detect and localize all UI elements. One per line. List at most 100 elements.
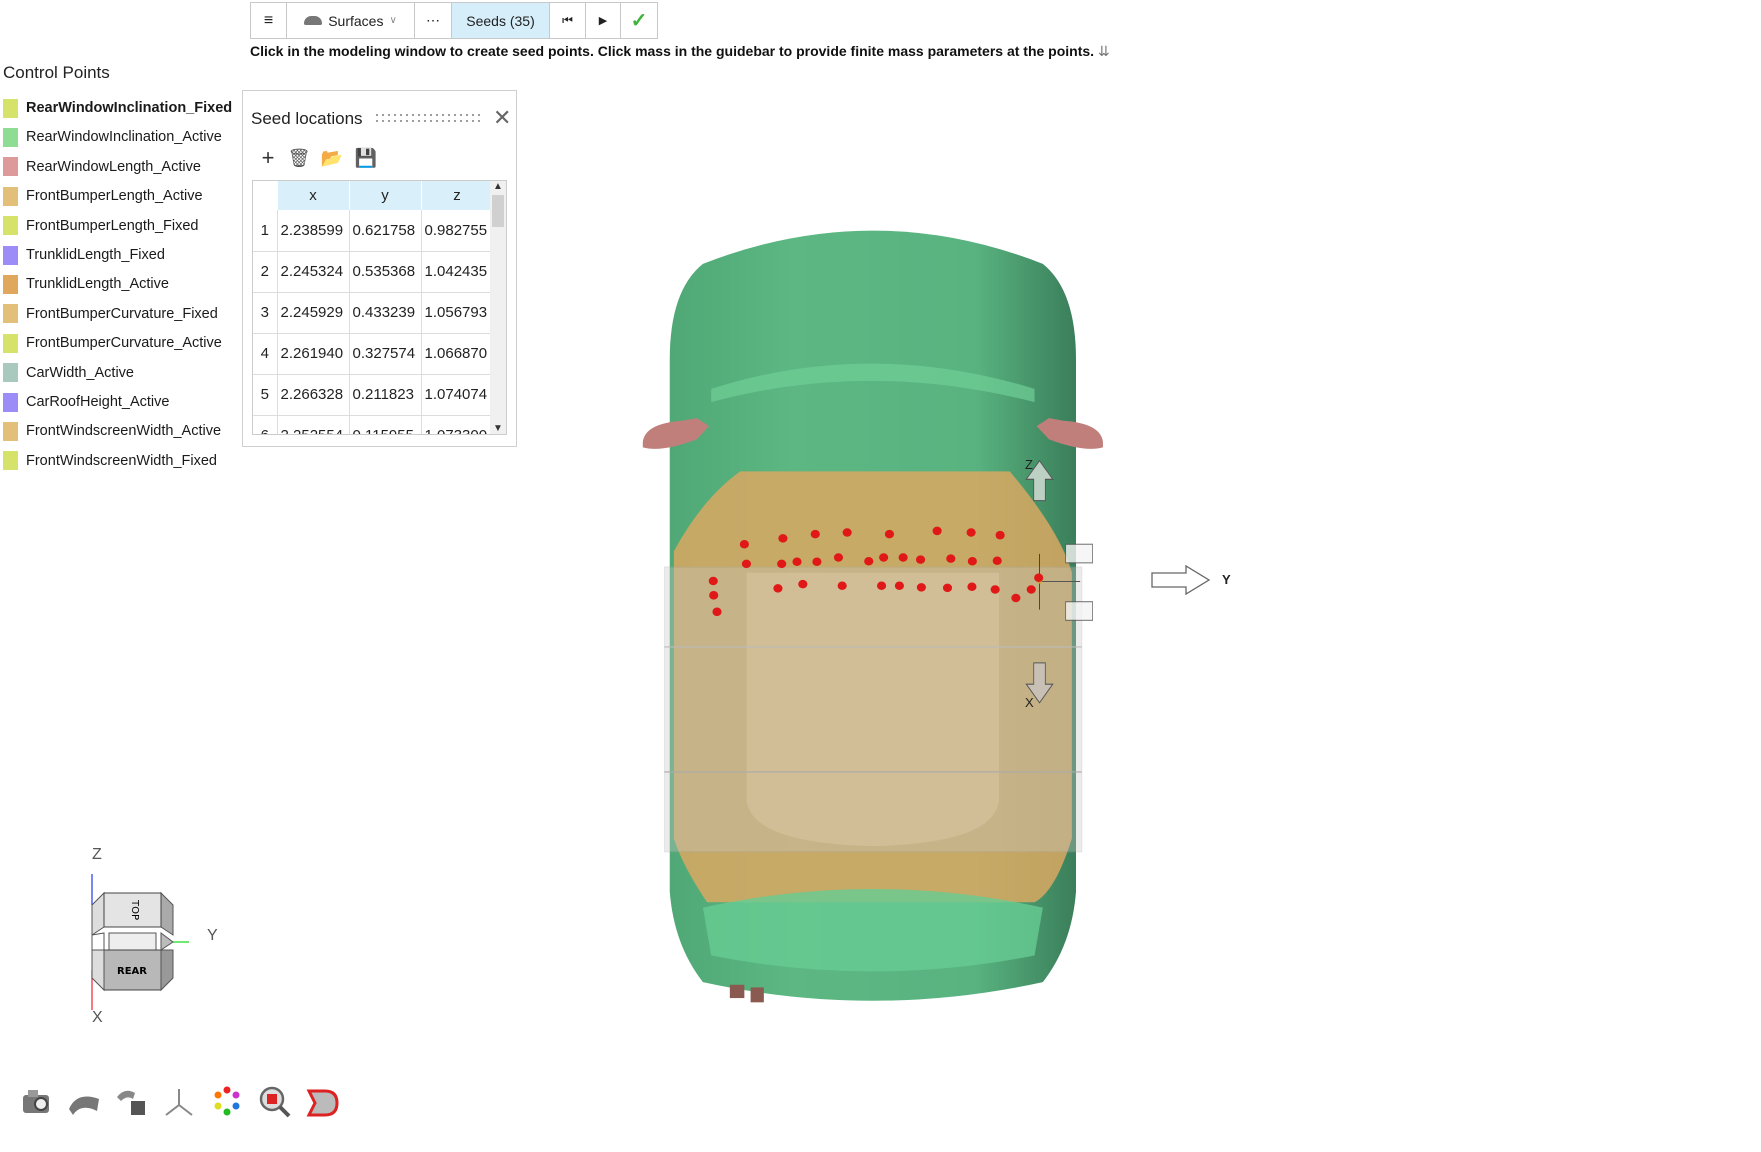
menu-button[interactable]: ≡ [251,3,287,38]
column-header-y[interactable]: y [349,181,422,210]
cell-x[interactable]: 2.245324 [277,251,350,293]
seed-point[interactable] [915,555,926,564]
control-point-item[interactable]: TrunklidLength_Fixed [3,245,165,265]
table-row[interactable]: 5 2.266328 0.211823 1.074074 [253,374,494,416]
seed-point[interactable] [798,579,808,589]
control-point-item[interactable]: FrontBumperLength_Active [3,186,203,206]
cell-z[interactable]: 1.066870 [421,333,494,375]
seed-point[interactable] [916,583,926,592]
seed-point[interactable] [810,529,820,539]
control-point-item[interactable]: RearWindowLength_Active [3,157,201,177]
camera-icon[interactable] [20,1085,54,1119]
color-palette-icon[interactable] [210,1085,244,1119]
scroll-thumb[interactable] [492,195,504,227]
seed-point[interactable] [792,557,802,567]
cell-y[interactable]: 0.115955 [349,415,422,434]
seed-point[interactable] [708,576,718,586]
trash-icon[interactable]: 🗑 [288,147,311,169]
cell-y[interactable]: 0.211823 [349,374,422,416]
seed-point[interactable] [942,583,953,593]
cell-x[interactable]: 2.252554 [277,415,350,434]
control-point-item[interactable]: CarWidth_Active [3,363,134,383]
seed-point[interactable] [992,556,1002,565]
seed-point[interactable] [777,559,787,569]
cell-x[interactable]: 2.266328 [277,374,350,416]
control-point-item[interactable]: FrontBumperCurvature_Active [3,333,222,353]
corner-cell[interactable] [253,181,278,210]
table-row[interactable]: 2 2.245324 0.535368 1.042435 [253,251,494,293]
seed-point[interactable] [898,553,908,562]
table-scrollbar[interactable]: ▲ ▼ [490,181,506,434]
seed-point[interactable] [967,557,977,566]
cell-y[interactable]: 0.433239 [349,292,422,334]
table-row[interactable]: 3 2.245929 0.433239 1.056793 [253,292,494,334]
cell-x[interactable]: 2.261940 [277,333,350,375]
control-point-item[interactable]: CarRoofHeight_Active [3,392,169,412]
control-point-item[interactable]: FrontWindscreenWidth_Active [3,421,221,441]
seed-point[interactable] [946,554,956,563]
seed-point[interactable] [995,530,1005,540]
control-point-item[interactable]: FrontBumperCurvature_Fixed [3,304,218,324]
seed-point[interactable] [864,557,874,566]
seeds-button[interactable]: Seeds (35) [452,3,550,38]
seed-point[interactable] [884,529,895,539]
cell-z[interactable]: 1.042435 [421,251,494,293]
seed-point[interactable] [967,582,977,592]
table-row[interactable]: 4 2.261940 0.327574 1.066870 [253,333,494,375]
cell-z[interactable]: 0.982755 [421,210,494,252]
more-options-button[interactable]: ⋯ [415,3,452,38]
seed-point[interactable] [812,557,822,567]
axis-triad-icon[interactable] [162,1085,196,1119]
seed-point[interactable] [709,591,719,600]
3d-view-icon[interactable] [305,1085,339,1119]
expand-double-chevron-icon[interactable]: ⇊ [1098,43,1110,59]
skip-back-button[interactable]: ⏮ [550,3,586,38]
save-icon[interactable]: 💾 [355,147,377,169]
seed-point[interactable] [1034,573,1044,583]
car-model-viewport[interactable] [620,200,1270,1030]
seed-point[interactable] [833,553,844,562]
control-point-item[interactable]: TrunklidLength_Active [3,274,169,294]
seed-point[interactable] [712,607,722,617]
surface-to-solid-icon[interactable] [115,1085,149,1119]
zoom-inspect-icon[interactable] [258,1085,292,1119]
cell-z[interactable]: 1.073300 [421,415,494,434]
seed-point[interactable] [773,584,783,593]
drag-handle[interactable] [374,112,484,126]
seed-point[interactable] [879,553,889,562]
seed-point[interactable] [894,581,904,590]
manipulator-handle[interactable] [1065,601,1093,621]
seed-point[interactable] [932,526,942,536]
control-point-item[interactable]: FrontBumperLength_Fixed [3,216,199,236]
cell-z[interactable]: 1.074074 [421,374,494,416]
seed-point[interactable] [741,559,751,569]
column-header-x[interactable]: x [277,181,350,210]
y-axis-arrow[interactable] [1150,565,1212,595]
cell-y[interactable]: 0.621758 [349,210,422,252]
control-point-item[interactable]: FrontWindscreenWidth_Fixed [3,451,217,471]
scroll-up-icon[interactable]: ▲ [490,181,506,192]
seed-point[interactable] [877,581,887,590]
seed-point[interactable] [1011,593,1021,603]
close-icon[interactable]: ✕ [493,105,511,131]
table-row[interactable]: 62.2525540.1159551.073300 [253,415,494,434]
surface-icon[interactable] [67,1085,101,1119]
view-cube[interactable]: TOP REAR [85,870,195,1015]
column-header-z[interactable]: z [421,181,494,210]
scroll-down-icon[interactable]: ▼ [490,423,506,434]
cell-z[interactable]: 1.056793 [421,292,494,334]
open-folder-icon[interactable]: 📂 [321,147,343,169]
seed-point[interactable] [837,581,847,590]
surfaces-dropdown[interactable]: Surfaces ∨ [287,3,415,38]
confirm-button[interactable]: ✓ [621,3,657,38]
seed-point[interactable] [842,528,852,537]
cell-x[interactable]: 2.245929 [277,292,350,334]
seed-point[interactable] [739,539,749,549]
seed-point[interactable] [778,534,788,543]
manipulator-handle[interactable] [1065,543,1093,564]
add-icon[interactable]: + [257,145,279,170]
play-button[interactable]: ▶ [586,3,621,38]
control-point-item[interactable]: RearWindowInclination_Fixed [3,98,232,118]
cell-y[interactable]: 0.535368 [349,251,422,293]
control-point-item[interactable]: RearWindowInclination_Active [3,127,222,147]
